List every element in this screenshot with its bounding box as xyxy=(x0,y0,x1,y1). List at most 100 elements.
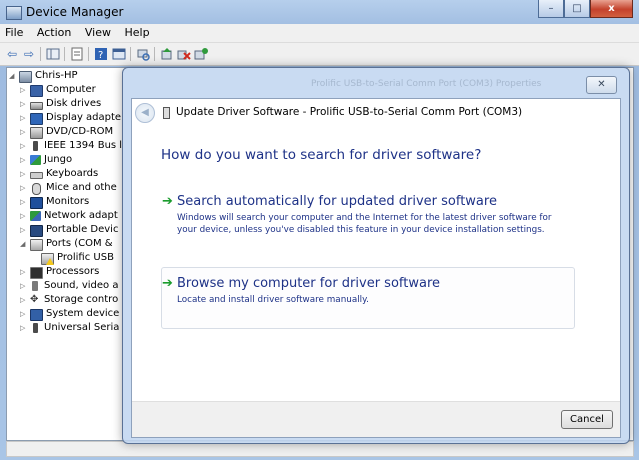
display-adapter-icon xyxy=(30,113,43,125)
show-hide-tree-icon[interactable] xyxy=(46,47,60,61)
option-title[interactable]: Search automatically for updated driver … xyxy=(177,194,497,209)
computer-icon xyxy=(19,71,32,83)
svg-text:?: ? xyxy=(98,50,103,61)
usb-controller-icon xyxy=(33,323,38,333)
background-dialog-title: Prolific USB-to-Serial Comm Port (COM3) … xyxy=(311,79,542,89)
back-arrow-icon[interactable]: ◀ xyxy=(135,103,155,123)
jungo-icon xyxy=(30,155,41,165)
search-automatically-option[interactable]: ➔ Search automatically for updated drive… xyxy=(162,194,572,249)
port-icon xyxy=(30,239,43,251)
collapsed-arrow-icon[interactable]: ▷ xyxy=(20,167,28,181)
tree-item-processors[interactable]: ▷ Processors xyxy=(20,265,99,279)
tree-item-dvd-cdrom[interactable]: ▷ DVD/CD-ROM xyxy=(20,125,113,139)
back-arrow-icon[interactable]: ⇦ xyxy=(5,47,19,61)
tree-item-mice[interactable]: ▷ Mice and othe xyxy=(20,181,117,195)
tree-item-monitors[interactable]: ▷ Monitors xyxy=(20,195,89,209)
cancel-button[interactable]: Cancel xyxy=(561,410,613,429)
toolbar-separator xyxy=(88,47,89,61)
tree-item-computer[interactable]: ▷ Computer xyxy=(20,83,96,97)
forward-arrow-icon[interactable]: ⇨ xyxy=(22,47,36,61)
tree-item-storage-controllers[interactable]: ▷ ✥ Storage contro xyxy=(20,293,118,307)
tree-item-system-devices[interactable]: ▷ System device xyxy=(20,307,119,321)
tree-item-display-adapters[interactable]: ▷ Display adapte xyxy=(20,111,121,125)
dialog-question: How do you want to search for driver sof… xyxy=(161,147,482,163)
collapsed-arrow-icon[interactable]: ▷ xyxy=(20,125,28,139)
scan-hardware-icon[interactable] xyxy=(136,47,150,61)
disk-drive-icon xyxy=(30,102,43,110)
usb-device-icon xyxy=(163,107,170,119)
expanded-arrow-icon[interactable]: ◢ xyxy=(9,69,17,83)
green-arrow-icon: ➔ xyxy=(162,276,173,291)
tree-item-sound-video[interactable]: ▷ Sound, video a xyxy=(20,279,118,293)
caption-buttons: – □ x xyxy=(538,0,633,19)
green-arrow-icon: ➔ xyxy=(162,194,173,209)
device-manager-icon xyxy=(6,6,22,20)
collapsed-arrow-icon[interactable]: ▷ xyxy=(20,97,28,111)
portable-device-icon xyxy=(30,225,43,237)
toolbar-separator xyxy=(154,47,155,61)
collapsed-arrow-icon[interactable]: ▷ xyxy=(20,307,28,321)
tree-item-usb-controllers[interactable]: ▷ Universal Seria xyxy=(20,321,119,335)
toolbar: ⇦ ⇨ ? xyxy=(0,43,639,66)
warning-device-icon xyxy=(41,253,54,265)
enable-device-icon[interactable] xyxy=(194,47,208,61)
monitor-icon xyxy=(30,197,43,209)
tree-item-ieee1394[interactable]: ▷ IEEE 1394 Bus l xyxy=(20,139,122,153)
menu-file[interactable]: File xyxy=(0,24,28,39)
update-driver-icon[interactable] xyxy=(160,47,174,61)
close-button[interactable]: x xyxy=(590,0,633,18)
processor-icon xyxy=(30,267,43,279)
window-icon[interactable] xyxy=(112,47,126,61)
collapsed-arrow-icon[interactable]: ▷ xyxy=(20,265,28,279)
dialog-header: ◀ Update Driver Software - Prolific USB-… xyxy=(132,99,620,125)
collapsed-arrow-icon[interactable]: ▷ xyxy=(20,209,28,223)
collapsed-arrow-icon[interactable]: ▷ xyxy=(20,279,28,293)
system-device-icon xyxy=(30,309,43,321)
mouse-icon xyxy=(32,183,41,195)
window-title: Device Manager xyxy=(26,5,124,19)
option-title[interactable]: Browse my computer for driver software xyxy=(177,276,440,291)
title-bar: Device Manager – □ x xyxy=(0,0,639,24)
browse-computer-option[interactable]: ➔ Browse my computer for driver software… xyxy=(162,276,572,316)
collapsed-arrow-icon[interactable]: ▷ xyxy=(20,111,28,125)
tree-item-network-adapters[interactable]: ▷ Network adapt xyxy=(20,209,118,223)
help-icon[interactable]: ? xyxy=(94,47,108,61)
tree-item-jungo[interactable]: ▷ Jungo xyxy=(20,153,72,167)
collapsed-arrow-icon[interactable]: ▷ xyxy=(20,83,28,97)
tree-item-keyboards[interactable]: ▷ Keyboards xyxy=(20,167,98,181)
menu-action[interactable]: Action xyxy=(32,24,76,39)
dialog-footer: Cancel xyxy=(132,401,620,437)
minimize-button[interactable]: – xyxy=(538,0,564,18)
keyboard-icon xyxy=(30,172,43,179)
expanded-arrow-icon[interactable]: ◢ xyxy=(20,237,28,251)
tree-root[interactable]: ◢ Chris-HP xyxy=(9,69,78,83)
sound-icon xyxy=(32,281,38,291)
tree-item-portable-devices[interactable]: ▷ Portable Devic xyxy=(20,223,118,237)
menu-bar: File Action View Help xyxy=(0,24,639,43)
collapsed-arrow-icon[interactable]: ▷ xyxy=(20,153,28,167)
dialog-title: Update Driver Software - Prolific USB-to… xyxy=(176,106,523,118)
update-driver-dialog: Prolific USB-to-Serial Comm Port (COM3) … xyxy=(122,67,630,444)
warning-icon xyxy=(46,258,54,265)
tree-item-disk-drives[interactable]: ▷ Disk drives xyxy=(20,97,101,111)
collapsed-arrow-icon[interactable]: ▷ xyxy=(20,223,28,237)
uninstall-icon[interactable] xyxy=(177,47,191,61)
collapsed-arrow-icon[interactable]: ▷ xyxy=(20,293,28,307)
tree-item-ports[interactable]: ◢ Ports (COM & xyxy=(20,237,113,251)
option-description: Locate and install driver software manua… xyxy=(177,295,369,305)
network-adapter-icon xyxy=(30,211,41,221)
dvd-drive-icon xyxy=(30,127,43,139)
dialog-close-button[interactable]: ✕ xyxy=(586,76,617,94)
collapsed-arrow-icon[interactable]: ▷ xyxy=(20,181,28,195)
menu-help[interactable]: Help xyxy=(119,24,154,39)
tree-item-prolific-usb[interactable]: Prolific USB xyxy=(31,251,114,265)
computer-icon xyxy=(30,85,43,97)
ieee1394-icon xyxy=(33,141,38,151)
properties-icon[interactable] xyxy=(70,47,84,61)
toolbar-separator xyxy=(64,47,65,61)
collapsed-arrow-icon[interactable]: ▷ xyxy=(20,321,28,335)
collapsed-arrow-icon[interactable]: ▷ xyxy=(20,139,28,153)
collapsed-arrow-icon[interactable]: ▷ xyxy=(20,195,28,209)
maximize-button[interactable]: □ xyxy=(564,0,590,18)
menu-view[interactable]: View xyxy=(80,24,116,39)
